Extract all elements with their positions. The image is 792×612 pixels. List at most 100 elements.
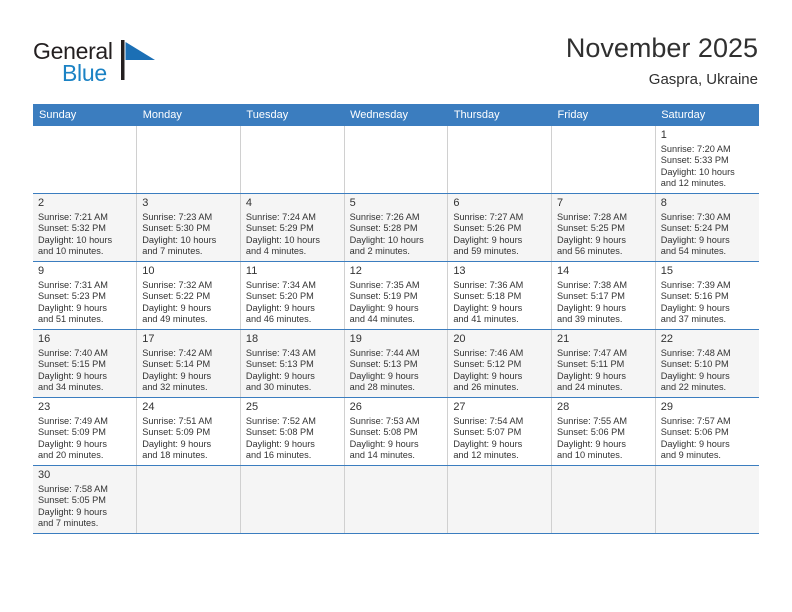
weekday-header-row: Sunday Monday Tuesday Wednesday Thursday… <box>33 104 759 126</box>
day-number: 17 <box>142 333 155 345</box>
day-number: 13 <box>453 265 466 277</box>
day-sun-info: Sunrise: 7:30 AM Sunset: 5:24 PM Dayligh… <box>660 212 731 257</box>
calendar-day-cell[interactable]: 3 Sunrise: 7:23 AM Sunset: 5:30 PM Daylig… <box>136 193 241 262</box>
calendar-day-cell[interactable]: 4 Sunrise: 7:24 AM Sunset: 5:29 PM Daylig… <box>240 193 345 262</box>
calendar-day-cell[interactable]: 30 Sunrise: 7:58 AM Sunset: 5:05 PM Dayli… <box>33 465 138 534</box>
calendar-day-cell[interactable]: 6 Sunrise: 7:27 AM Sunset: 5:26 PM Daylig… <box>447 193 553 262</box>
calendar-day-cell[interactable]: 24 Sunrise: 7:51 AM Sunset: 5:09 PM Dayli… <box>136 397 241 466</box>
weekday-header-monday: Monday <box>136 104 241 126</box>
day-cell-content: 28 Sunrise: 7:55 AM Sunset: 5:06 PM Dayli… <box>552 398 655 465</box>
calendar-day-cell[interactable]: 15 Sunrise: 7:39 AM Sunset: 5:16 PM Dayli… <box>655 261 759 330</box>
day-number: 8 <box>660 197 667 209</box>
calendar-day-cell[interactable]: 17 Sunrise: 7:42 AM Sunset: 5:14 PM Dayli… <box>136 329 241 398</box>
day-cell-content: 18 Sunrise: 7:43 AM Sunset: 5:13 PM Dayli… <box>241 330 344 397</box>
day-sun-info: Sunrise: 7:58 AM Sunset: 5:05 PM Dayligh… <box>38 484 108 529</box>
calendar-day-cell[interactable]: 5 Sunrise: 7:26 AM Sunset: 5:28 PM Daylig… <box>344 193 449 262</box>
calendar-day-cell[interactable]: 21 Sunrise: 7:47 AM Sunset: 5:11 PM Dayli… <box>551 329 656 398</box>
calendar-day-cell[interactable]: 8 Sunrise: 7:30 AM Sunset: 5:24 PM Daylig… <box>655 193 759 262</box>
calendar-week-row: 23 Sunrise: 7:49 AM Sunset: 5:09 PM Dayli… <box>33 397 759 466</box>
day-number: 23 <box>38 401 51 413</box>
weekday-header-sunday: Sunday <box>33 104 137 126</box>
calendar-day-cell[interactable]: 26 Sunrise: 7:53 AM Sunset: 5:08 PM Dayli… <box>344 397 449 466</box>
day-cell-content <box>137 466 240 533</box>
day-cell-content: 1 Sunrise: 7:20 AM Sunset: 5:33 PM Daylig… <box>656 126 759 193</box>
day-cell-content <box>656 466 759 533</box>
day-cell-content: 7 Sunrise: 7:28 AM Sunset: 5:25 PM Daylig… <box>552 194 655 261</box>
general-blue-logo[interactable]: General Blue <box>33 38 243 94</box>
calendar-day-cell[interactable]: 2 Sunrise: 7:21 AM Sunset: 5:32 PM Daylig… <box>33 193 138 262</box>
day-cell-content <box>137 126 240 193</box>
calendar-day-cell-empty <box>33 126 138 194</box>
day-number: 28 <box>557 401 570 413</box>
calendar-day-cell[interactable]: 28 Sunrise: 7:55 AM Sunset: 5:06 PM Dayli… <box>551 397 656 466</box>
day-cell-content <box>345 466 448 533</box>
day-cell-content: 11 Sunrise: 7:34 AM Sunset: 5:20 PM Dayli… <box>241 262 344 329</box>
calendar-day-cell[interactable]: 10 Sunrise: 7:32 AM Sunset: 5:22 PM Dayli… <box>136 261 241 330</box>
page-header: General Blue November 2025 Gaspra, Ukrai… <box>0 0 792 104</box>
calendar-day-cell-empty <box>136 126 241 194</box>
day-number: 5 <box>349 197 356 209</box>
day-sun-info: Sunrise: 7:53 AM Sunset: 5:08 PM Dayligh… <box>349 416 420 461</box>
day-cell-content: 21 Sunrise: 7:47 AM Sunset: 5:11 PM Dayli… <box>552 330 655 397</box>
day-cell-content <box>241 126 344 193</box>
calendar-day-cell[interactable]: 23 Sunrise: 7:49 AM Sunset: 5:09 PM Dayli… <box>33 397 138 466</box>
location-subtitle: Gaspra, Ukraine <box>648 71 758 88</box>
calendar-day-cell[interactable]: 1 Sunrise: 7:20 AM Sunset: 5:33 PM Daylig… <box>655 126 759 194</box>
calendar-day-cell[interactable]: 19 Sunrise: 7:44 AM Sunset: 5:13 PM Dayli… <box>344 329 449 398</box>
calendar-day-cell-empty <box>655 465 759 534</box>
day-cell-content: 2 Sunrise: 7:21 AM Sunset: 5:32 PM Daylig… <box>33 194 136 261</box>
day-sun-info: Sunrise: 7:39 AM Sunset: 5:16 PM Dayligh… <box>660 280 731 325</box>
calendar-week-row: 1 Sunrise: 7:20 AM Sunset: 5:33 PM Daylig… <box>33 126 759 194</box>
day-sun-info: Sunrise: 7:49 AM Sunset: 5:09 PM Dayligh… <box>38 416 108 461</box>
day-sun-info: Sunrise: 7:28 AM Sunset: 5:25 PM Dayligh… <box>557 212 627 257</box>
day-number: 2 <box>38 197 45 209</box>
day-sun-info: Sunrise: 7:54 AM Sunset: 5:07 PM Dayligh… <box>453 416 524 461</box>
calendar-day-cell[interactable]: 13 Sunrise: 7:36 AM Sunset: 5:18 PM Dayli… <box>447 261 553 330</box>
calendar-day-cell-empty <box>344 465 449 534</box>
calendar-day-cell[interactable]: 18 Sunrise: 7:43 AM Sunset: 5:13 PM Dayli… <box>240 329 345 398</box>
day-cell-content <box>241 466 344 533</box>
day-number: 16 <box>38 333 51 345</box>
day-cell-content: 3 Sunrise: 7:23 AM Sunset: 5:30 PM Daylig… <box>137 194 240 261</box>
day-cell-content <box>448 466 551 533</box>
day-number: 4 <box>245 197 253 209</box>
day-number: 26 <box>349 401 362 413</box>
calendar-page: General Blue November 2025 Gaspra, Ukrai… <box>0 0 792 612</box>
day-sun-info: Sunrise: 7:52 AM Sunset: 5:08 PM Dayligh… <box>245 416 316 461</box>
day-cell-content: 24 Sunrise: 7:51 AM Sunset: 5:09 PM Dayli… <box>137 398 240 465</box>
calendar-week-row: 16 Sunrise: 7:40 AM Sunset: 5:15 PM Dayli… <box>33 329 759 398</box>
day-cell-content: 17 Sunrise: 7:42 AM Sunset: 5:14 PM Dayli… <box>137 330 240 397</box>
calendar-day-cell[interactable]: 29 Sunrise: 7:57 AM Sunset: 5:06 PM Dayli… <box>655 397 759 466</box>
weekday-header-friday: Friday <box>551 104 656 126</box>
day-cell-content: 14 Sunrise: 7:38 AM Sunset: 5:17 PM Dayli… <box>552 262 655 329</box>
day-number: 21 <box>557 333 570 345</box>
day-sun-info: Sunrise: 7:31 AM Sunset: 5:23 PM Dayligh… <box>38 280 108 325</box>
day-sun-info: Sunrise: 7:24 AM Sunset: 5:29 PM Dayligh… <box>245 212 320 257</box>
calendar-day-cell[interactable]: 27 Sunrise: 7:54 AM Sunset: 5:07 PM Dayli… <box>447 397 553 466</box>
day-sun-info: Sunrise: 7:57 AM Sunset: 5:06 PM Dayligh… <box>660 416 731 461</box>
calendar-day-cell[interactable]: 7 Sunrise: 7:28 AM Sunset: 5:25 PM Daylig… <box>551 193 656 262</box>
calendar-day-cell[interactable]: 12 Sunrise: 7:35 AM Sunset: 5:19 PM Dayli… <box>344 261 449 330</box>
day-cell-content: 25 Sunrise: 7:52 AM Sunset: 5:08 PM Dayli… <box>241 398 344 465</box>
weekday-header-thursday: Thursday <box>447 104 552 126</box>
calendar-day-cell-empty <box>551 465 656 534</box>
calendar-day-cell[interactable]: 25 Sunrise: 7:52 AM Sunset: 5:08 PM Dayli… <box>240 397 345 466</box>
calendar-day-cell[interactable]: 14 Sunrise: 7:38 AM Sunset: 5:17 PM Dayli… <box>551 261 656 330</box>
day-number: 29 <box>660 401 673 413</box>
day-cell-content: 6 Sunrise: 7:27 AM Sunset: 5:26 PM Daylig… <box>448 194 551 261</box>
calendar-day-cell[interactable]: 11 Sunrise: 7:34 AM Sunset: 5:20 PM Dayli… <box>240 261 345 330</box>
calendar-day-cell[interactable]: 16 Sunrise: 7:40 AM Sunset: 5:15 PM Dayli… <box>33 329 138 398</box>
day-cell-content: 20 Sunrise: 7:46 AM Sunset: 5:12 PM Dayli… <box>448 330 551 397</box>
day-number: 14 <box>557 265 570 277</box>
day-cell-content: 5 Sunrise: 7:26 AM Sunset: 5:28 PM Daylig… <box>345 194 448 261</box>
calendar-day-cell-empty <box>136 465 241 534</box>
calendar-day-cell[interactable]: 22 Sunrise: 7:48 AM Sunset: 5:10 PM Dayli… <box>655 329 759 398</box>
weekday-header-wednesday: Wednesday <box>344 104 448 126</box>
calendar-day-cell-empty <box>240 465 345 534</box>
day-cell-content: 19 Sunrise: 7:44 AM Sunset: 5:13 PM Dayli… <box>345 330 448 397</box>
page-title: November 2025 <box>565 33 758 63</box>
day-sun-info: Sunrise: 7:46 AM Sunset: 5:12 PM Dayligh… <box>453 348 524 393</box>
day-sun-info: Sunrise: 7:36 AM Sunset: 5:18 PM Dayligh… <box>453 280 524 325</box>
calendar-day-cell[interactable]: 9 Sunrise: 7:31 AM Sunset: 5:23 PM Daylig… <box>33 261 138 330</box>
calendar-day-cell[interactable]: 20 Sunrise: 7:46 AM Sunset: 5:12 PM Dayli… <box>447 329 553 398</box>
